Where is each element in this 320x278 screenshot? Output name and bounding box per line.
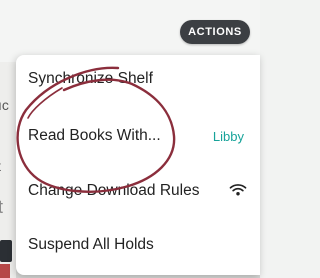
background-partial-text: t <box>0 158 1 174</box>
background-book-cover <box>0 240 12 262</box>
menu-item-label: Suspend All Holds <box>28 236 154 253</box>
menu-item-suspend-all-holds[interactable]: Suspend All Holds <box>16 225 260 265</box>
menu-item-value: Libby <box>212 128 244 144</box>
background-book-cover <box>0 264 10 278</box>
menu-item-label: Change Download Rules <box>28 182 200 199</box>
menu-item-synchronize-shelf[interactable]: Synchronize Shelf <box>16 59 260 99</box>
menu-item-change-download-rules[interactable]: Change Download Rules <box>16 171 260 211</box>
background-partial-text: t <box>0 197 4 217</box>
menu-item-label: Read Books With... <box>28 127 161 144</box>
menu-item-read-books-with[interactable]: Read Books With... Libby <box>16 116 260 156</box>
actions-menu: Synchronize Shelf Read Books With... Lib… <box>16 55 260 275</box>
wifi-icon <box>229 184 247 196</box>
background-partial-text: ıc <box>0 97 9 113</box>
menu-item-label: Synchronize Shelf <box>28 70 153 87</box>
actions-button[interactable]: ACTIONS <box>180 20 250 44</box>
